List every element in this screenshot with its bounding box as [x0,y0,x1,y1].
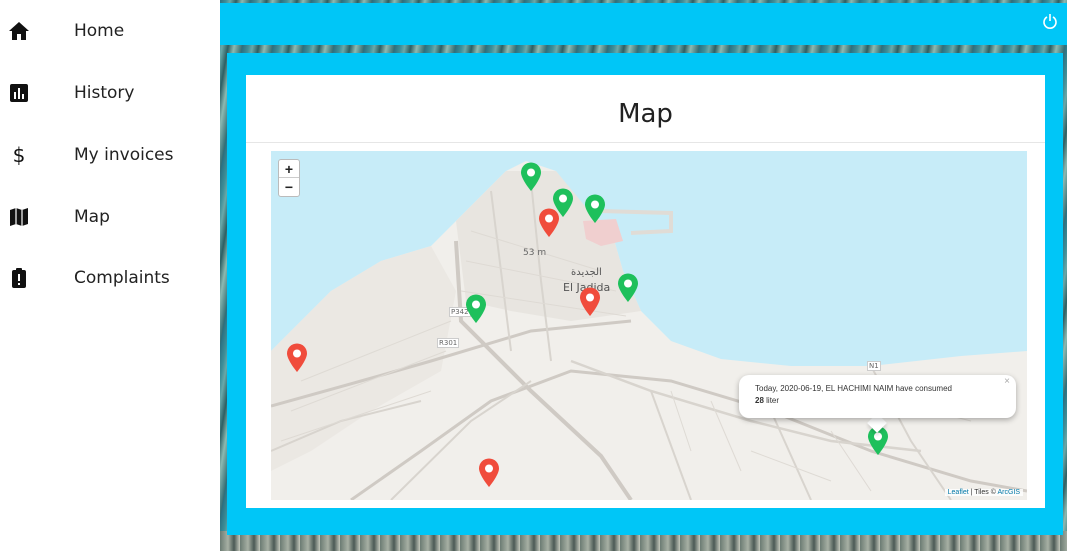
map-marker-green[interactable] [617,273,639,303]
power-button[interactable] [1039,12,1061,34]
zoom-control: + − [278,159,300,197]
sidebar-item-home[interactable]: Home [0,11,220,51]
popup-value: 28 [755,396,764,405]
city-name-arabic: الجديدة [571,267,602,278]
divider [246,142,1045,143]
map-marker-green[interactable] [520,162,542,192]
sidebar-item-history[interactable]: History [0,73,220,113]
map-marker-red[interactable] [579,287,601,317]
elevation-label: 53 m [523,248,547,258]
sidebar-item-label: History [74,83,135,103]
page-title: Map [618,99,673,129]
attribution-separator: | Tiles © [968,489,998,496]
arcgis-link[interactable]: ArcGIS [997,489,1020,496]
road-label: N1 [867,361,881,371]
map-tiles [271,151,1027,500]
map-marker-red[interactable] [286,343,308,373]
power-icon [1042,13,1058,34]
sidebar-item-label: Home [74,21,125,41]
map-popup: Today, 2020-06-19, EL HACHIMI NAIM have … [739,375,1016,418]
popup-message: Today, 2020-06-19, EL HACHIMI NAIM have … [755,384,952,393]
zoom-in-button[interactable]: + [279,160,299,178]
map-attribution: Leaflet | Tiles © ArcGIS [944,489,1023,496]
popup-close-button[interactable]: × [1004,376,1010,387]
clipboard-alert-icon [8,267,30,289]
dollar-icon: $ [8,144,30,166]
map-marker-green[interactable] [465,294,487,324]
leaflet-link[interactable]: Leaflet [948,489,969,496]
map-marker-green[interactable] [584,194,606,224]
home-icon [8,20,30,42]
road-label: R301 [437,338,460,348]
popup-text: Today, 2020-06-19, EL HACHIMI NAIM have … [755,383,1003,407]
sidebar-item-invoices[interactable]: $ My invoices [0,135,220,175]
popup-unit: liter [766,396,780,405]
zoom-out-button[interactable]: − [279,178,299,196]
bar-chart-icon [8,82,30,104]
sidebar-item-label: Map [74,207,110,227]
svg-text:$: $ [13,144,26,166]
top-bar [220,3,1067,45]
sidebar-item-complaints[interactable]: Complaints [0,258,220,298]
sidebar-item-map[interactable]: Map [0,197,220,237]
map-marker-red[interactable] [478,458,500,488]
sidebar-item-label: My invoices [74,145,174,165]
map-icon [8,206,30,228]
sidebar: Home History $ My invoices Map Complaint… [0,0,220,551]
sidebar-item-label: Complaints [74,268,170,288]
map-marker-red[interactable] [538,208,560,238]
map-view[interactable]: 53 m الجديدة El Jadida P342 R301 N1 [271,151,1027,500]
